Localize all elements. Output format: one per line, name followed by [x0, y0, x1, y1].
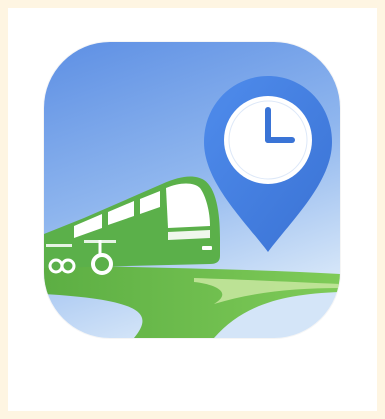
- page-background: [0, 0, 385, 419]
- clock-icon: [224, 96, 312, 184]
- app-icon[interactable]: [44, 42, 340, 338]
- app-icon-graphic: [44, 42, 340, 338]
